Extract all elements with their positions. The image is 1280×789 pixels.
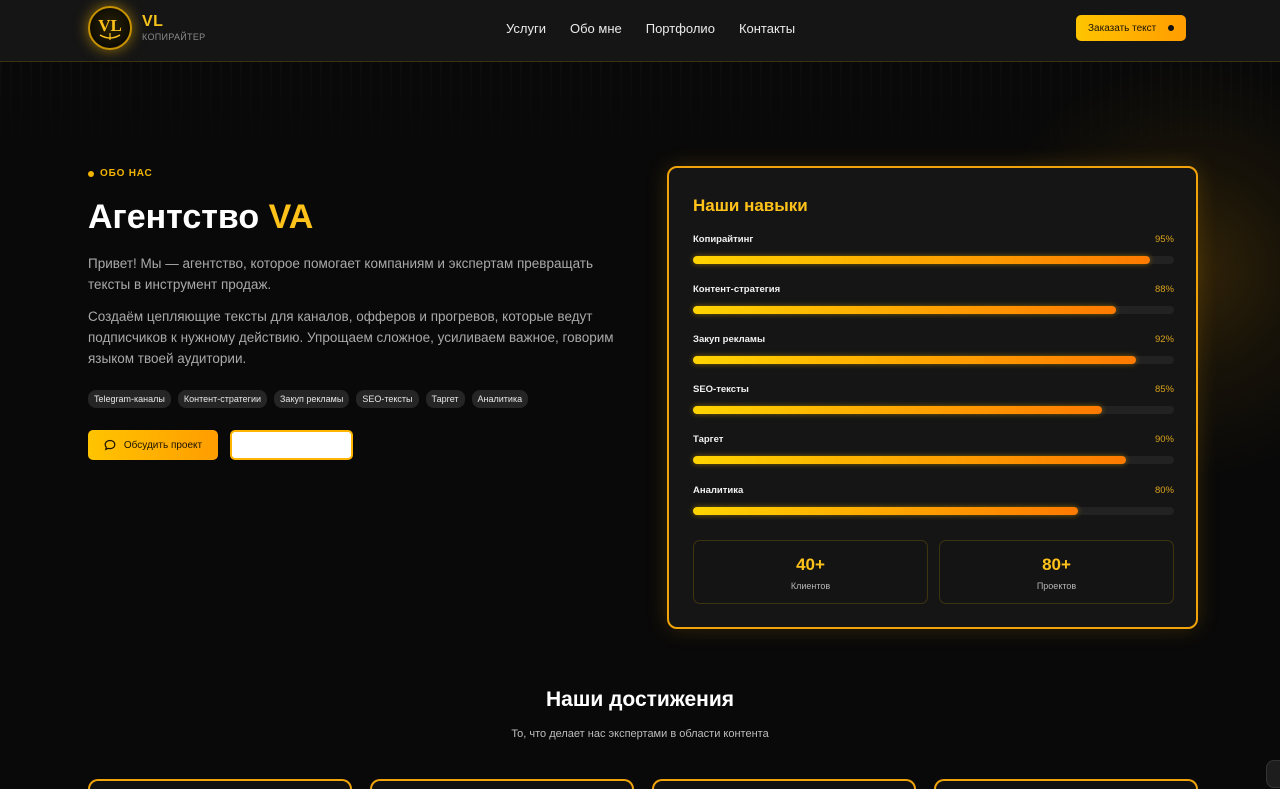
skill-progress-fill — [693, 507, 1078, 515]
tag: Telegram-каналы — [88, 390, 171, 408]
skill-percent: 92% — [1154, 334, 1174, 345]
logo[interactable]: VL VL КОПИРАЙТЕР — [88, 6, 205, 50]
site-header: VL VL КОПИРАЙТЕР Услуги Обо мне Портфоли… — [0, 0, 1280, 62]
stat-projects: 80+ Проектов — [939, 540, 1174, 604]
nav-link-services[interactable]: Услуги — [506, 21, 546, 36]
main-nav: Услуги Обо мне Портфолио Контакты — [506, 21, 795, 36]
skill-row: Аналитика 80% — [693, 485, 1174, 525]
secondary-button[interactable] — [230, 430, 353, 460]
skill-row: Копирайтинг 95% — [693, 234, 1174, 274]
achievements-title: Наши достижения — [546, 688, 734, 711]
skill-name: Копирайтинг — [693, 234, 754, 245]
section-eyebrow: ОБО НАС — [88, 168, 153, 179]
skill-row: Контент-стратегия 88% — [693, 284, 1174, 324]
eyebrow-dot-icon — [88, 170, 94, 177]
stat-label: Клиентов — [790, 581, 831, 591]
skills-title: Наши навыки — [693, 196, 808, 215]
title-accent: VA — [268, 198, 314, 236]
skill-progress-fill — [693, 256, 1150, 264]
stat-label: Проектов — [1036, 581, 1077, 591]
stat-value: 80+ — [1042, 555, 1071, 574]
logo-mark-text: VL — [98, 16, 122, 35]
skill-name: Контент-стратегия — [693, 284, 781, 295]
skill-percent: 95% — [1154, 234, 1174, 245]
skill-percent: 88% — [1154, 284, 1174, 295]
title-main: Агентство — [88, 198, 269, 236]
skill-progress-fill — [693, 356, 1136, 364]
tag: Закуп рекламы — [274, 390, 350, 408]
logo-mark-icon: VL — [88, 6, 132, 50]
chat-bubble-icon — [104, 439, 116, 451]
tag: Аналитика — [471, 390, 529, 408]
page: VL VL КОПИРАЙТЕР Услуги Обо мне Портфоли… — [0, 0, 1280, 789]
skill-row: SEO-тексты 85% — [693, 384, 1174, 424]
order-button-label: Заказать текст — [1088, 22, 1157, 34]
scroll-to-top-button[interactable] — [1266, 760, 1280, 788]
skill-name: Таргет — [693, 434, 724, 445]
achievement-card — [652, 779, 916, 789]
achievement-card — [88, 779, 352, 789]
description-paragraph: Создаём цепляющие тексты для каналов, оф… — [88, 309, 614, 366]
achievements-subtitle: То, что делает нас экспертами в области … — [511, 728, 769, 740]
skill-progress-fill — [693, 406, 1102, 414]
skill-name: Аналитика — [693, 485, 744, 496]
skill-progress-track — [693, 356, 1174, 364]
skill-progress-fill — [693, 456, 1126, 464]
skill-progress-track — [693, 306, 1174, 314]
skill-row: Таргет 90% — [693, 434, 1174, 474]
achievement-card — [370, 779, 634, 789]
skill-progress-track — [693, 406, 1174, 414]
nav-link-about[interactable]: Обо мне — [570, 21, 622, 36]
skill-name: SEO-тексты — [693, 384, 749, 395]
background-stripes — [0, 62, 1280, 172]
skill-percent: 90% — [1154, 434, 1174, 445]
tag-list: Telegram-каналы Контент-стратегии Закуп … — [88, 390, 529, 408]
skill-name: Закуп рекламы — [693, 334, 766, 345]
skill-progress-track — [693, 456, 1174, 464]
skill-row: Закуп рекламы 92% — [693, 334, 1174, 374]
skills-card: Наши навыки Копирайтинг 95% Контент-стра… — [667, 166, 1198, 629]
intro-paragraph: Привет! Мы — агентство, которое помогает… — [88, 256, 594, 292]
discuss-project-button[interactable]: Обсудить проект — [88, 430, 218, 460]
nav-link-contacts[interactable]: Контакты — [739, 21, 795, 36]
tag: SEO-тексты — [356, 390, 419, 408]
discuss-button-label: Обсудить проект — [123, 439, 203, 451]
skill-progress-fill — [693, 306, 1117, 314]
page-title: Агентство VA — [88, 198, 313, 237]
dot-icon — [1168, 25, 1174, 31]
skill-progress-track — [693, 256, 1174, 264]
skill-progress-track — [693, 507, 1174, 515]
eyebrow-label: ОБО НАС — [100, 168, 153, 179]
logo-subtitle: КОПИРАЙТЕР — [142, 32, 206, 42]
stat-clients: 40+ Клиентов — [693, 540, 928, 604]
nav-link-portfolio[interactable]: Портфолио — [646, 21, 715, 36]
logo-text: VL КОПИРАЙТЕР — [142, 14, 205, 42]
skill-percent: 80% — [1154, 485, 1174, 496]
skill-percent: 85% — [1154, 384, 1174, 395]
logo-title: VL — [142, 13, 164, 30]
achievement-card — [934, 779, 1198, 789]
tag: Контент-стратегии — [177, 390, 267, 408]
stat-value: 40+ — [796, 555, 825, 574]
tag: Таргет — [425, 390, 465, 408]
order-text-button[interactable]: Заказать текст — [1076, 15, 1186, 41]
